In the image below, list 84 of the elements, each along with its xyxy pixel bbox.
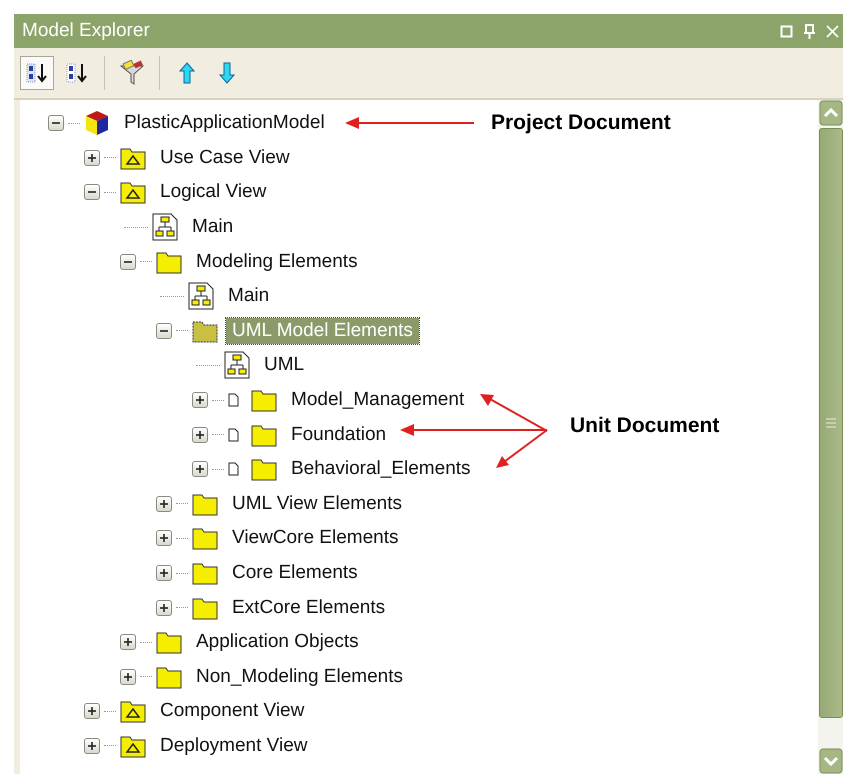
diagram-icon (188, 282, 214, 310)
plus-icon (86, 705, 98, 718)
expand-toggle[interactable] (192, 426, 208, 443)
sort-icon (25, 61, 49, 85)
scroll-down-icon[interactable] (818, 748, 842, 774)
tree-item[interactable]: Non_Modeling Elements (190, 664, 410, 690)
expand-toggle[interactable] (84, 184, 100, 200)
grip-icon (824, 418, 836, 428)
expand-toggle[interactable] (156, 530, 172, 546)
folder-icon (192, 492, 218, 516)
expand-toggle[interactable] (84, 703, 100, 720)
expand-toggle[interactable] (156, 600, 172, 616)
sort-button[interactable] (20, 56, 54, 90)
tree-item[interactable]: Behavioral_Elements (285, 456, 477, 482)
package-folder-icon (120, 146, 146, 170)
tree-item[interactable]: Component View (154, 698, 310, 724)
folder-icon (251, 388, 277, 412)
tree-item[interactable]: Application Objects (190, 629, 365, 656)
scroll-up-icon[interactable] (818, 100, 842, 126)
plus-icon (86, 740, 98, 752)
tree-item[interactable]: Foundation (285, 422, 392, 448)
expand-toggle[interactable] (156, 565, 172, 582)
plus-icon (158, 567, 170, 580)
arrow-down-icon (219, 62, 235, 84)
package-folder-icon (120, 180, 146, 204)
expand-toggle[interactable] (156, 322, 172, 339)
plus-icon (158, 602, 170, 614)
tree-item[interactable]: Use Case View (154, 144, 296, 171)
expand-toggle[interactable] (120, 668, 136, 685)
folder-icon (156, 630, 182, 654)
expand-toggle[interactable] (192, 461, 208, 478)
expand-toggle[interactable] (84, 738, 100, 754)
document-icon (228, 462, 239, 476)
tree-item[interactable]: PlasticApplicationModel (118, 110, 331, 136)
document-icon (228, 428, 239, 442)
window-title: Model Explorer (22, 20, 150, 42)
arrow-up-icon (179, 62, 195, 84)
tree-item[interactable]: Logical View (154, 179, 272, 206)
folder-icon (192, 596, 218, 620)
folder-icon (156, 664, 182, 689)
tree-item[interactable]: UML View Elements (226, 490, 408, 517)
tree-item[interactable]: Main (222, 283, 276, 310)
sort-icon (65, 61, 89, 85)
folder-icon (192, 526, 218, 550)
tree-item[interactable]: Core Elements (226, 560, 364, 586)
expand-toggle[interactable] (48, 115, 64, 132)
plus-icon (194, 428, 206, 441)
package-folder-icon (120, 734, 146, 758)
expand-toggle[interactable] (192, 392, 208, 408)
plus-icon (122, 670, 134, 683)
tree-item[interactable]: Deployment View (154, 732, 314, 759)
expand-toggle[interactable] (84, 150, 100, 166)
annotation-label: Unit Document (570, 414, 720, 438)
tree-item[interactable]: Main (186, 214, 240, 240)
expand-toggle[interactable] (156, 496, 172, 512)
pin-icon[interactable] (803, 24, 816, 38)
annotation-label: Project Document (491, 111, 671, 135)
filter-icon (119, 60, 145, 86)
plus-icon (194, 394, 206, 406)
maximize-icon[interactable] (780, 24, 793, 38)
diagram-icon (224, 351, 250, 380)
cube-icon (84, 110, 110, 136)
close-icon[interactable] (826, 24, 839, 38)
plus-icon (158, 498, 170, 510)
folder-icon (156, 250, 182, 274)
tree-item[interactable]: Model_Management (285, 387, 470, 414)
plus-icon (122, 636, 134, 648)
folder-icon (192, 561, 218, 586)
package-folder-icon (120, 699, 146, 724)
document-icon (228, 393, 239, 408)
plus-icon (86, 152, 98, 164)
tree-item[interactable]: UML (258, 352, 310, 378)
tree-item[interactable]: ViewCore Elements (226, 525, 405, 552)
scroll-thumb[interactable] (818, 128, 842, 718)
diagram-icon (152, 213, 178, 242)
plus-icon (158, 532, 170, 544)
plus-icon (194, 463, 206, 476)
tree-item[interactable]: ExtCore Elements (226, 594, 392, 621)
expand-toggle[interactable] (120, 254, 136, 270)
tree-item[interactable]: Modeling Elements (190, 248, 364, 275)
folder-icon (251, 457, 277, 482)
expand-toggle[interactable] (120, 634, 136, 650)
folder-icon (192, 318, 218, 343)
folder-icon (251, 422, 277, 447)
